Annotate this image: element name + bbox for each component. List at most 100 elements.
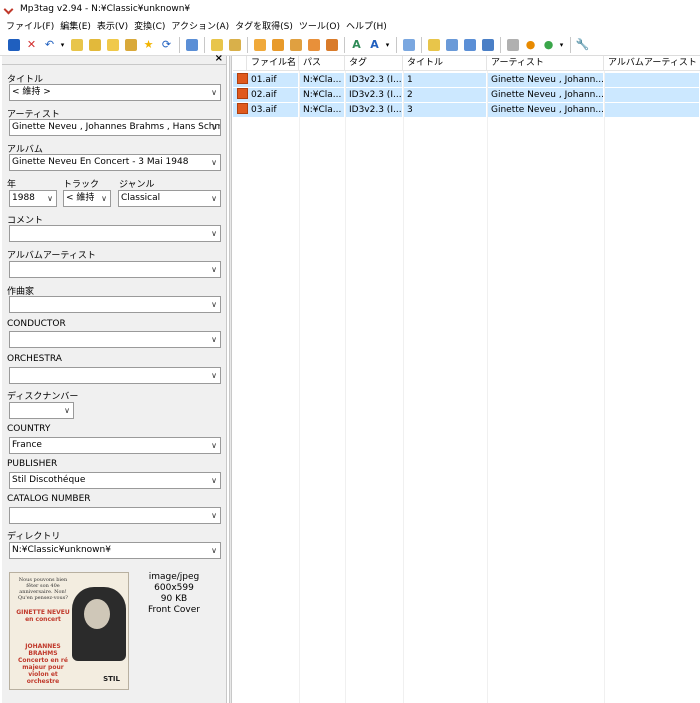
album-artist-field[interactable]: ∨ (9, 261, 221, 278)
chevron-down-icon[interactable]: ∨ (211, 438, 217, 453)
conductor-field[interactable]: ∨ (9, 331, 221, 348)
table-row[interactable]: 03.aif N:¥Cla... ID3v2.3 (I... 3 Ginette… (233, 103, 700, 117)
column-header-path[interactable]: パス (299, 56, 345, 71)
column-header-artist[interactable]: アーティスト (487, 56, 604, 71)
export-html-icon[interactable] (443, 36, 460, 54)
actions-icon[interactable]: A (348, 36, 365, 54)
chevron-down-icon[interactable]: ∨ (211, 368, 217, 383)
tag-panel-icon[interactable] (183, 36, 200, 54)
chevron-down-icon[interactable]: ∨ (211, 262, 217, 277)
country-field[interactable]: France ∨ (9, 437, 221, 454)
panel-splitter[interactable] (229, 56, 232, 703)
directory-field[interactable]: N:¥Classic¥unknown¥ ∨ (9, 542, 221, 559)
web-source-icon[interactable]: ● (522, 36, 539, 54)
save-icon[interactable] (5, 36, 22, 54)
tag-cell: ID3v2.3 (I... (345, 73, 403, 87)
track-label: トラック (63, 180, 100, 190)
menu-tag-sources[interactable]: タグを取得(S) (233, 19, 297, 32)
copy-tag-icon[interactable] (208, 36, 225, 54)
column-header-title[interactable]: タイトル (403, 56, 487, 71)
column-gridline (345, 71, 346, 703)
chevron-down-icon[interactable]: ∨ (211, 543, 217, 558)
cover-type: Front Cover (148, 605, 200, 615)
album-field[interactable]: Ginette Neveu En Concert - 3 Mai 1948 ∨ (9, 154, 221, 171)
filename-filename-icon[interactable] (287, 36, 304, 54)
undo-dropdown-icon[interactable]: ▾ (59, 41, 66, 49)
chevron-down-icon[interactable]: ∨ (211, 332, 217, 347)
catalog-number-field[interactable]: ∨ (9, 507, 221, 524)
column-header-icon (233, 56, 247, 71)
favorite-folder-icon[interactable] (104, 36, 121, 54)
playlist-icon[interactable] (122, 36, 139, 54)
table-row[interactable]: 01.aif N:¥Cla... ID3v2.3 (I... 1 Ginette… (233, 73, 700, 87)
cover-top-text: Nous pouvons bien fêter son 40e annivers… (18, 577, 68, 601)
artist-field[interactable]: Ginette Neveu , Johannes Brahms , Hans S… (9, 119, 221, 136)
filename-cell: 02.aif (233, 88, 299, 102)
chevron-down-icon[interactable]: ∨ (211, 191, 217, 206)
cover-title-text: GINETTE NEVEU en concert (16, 609, 70, 623)
menu-help[interactable]: ヘルプ(H) (344, 19, 391, 32)
menu-actions[interactable]: アクション(A) (169, 19, 233, 32)
filename-text: 01.aif (251, 75, 277, 85)
year-field[interactable]: 1988 ∨ (9, 190, 57, 207)
album-value: Ginette Neveu En Concert - 3 Mai 1948 (12, 157, 189, 167)
track-field[interactable]: < 維持 ∨ (63, 190, 111, 207)
title-value: < 維持 > (12, 87, 51, 97)
chevron-down-icon[interactable]: ∨ (47, 191, 53, 206)
comment-field[interactable]: ∨ (9, 225, 221, 242)
tag-tag-icon[interactable] (305, 36, 322, 54)
export-icon[interactable] (425, 36, 442, 54)
chevron-down-icon[interactable]: ∨ (211, 508, 217, 523)
artist-cell: Ginette Neveu , Johann... (487, 73, 604, 87)
chevron-down-icon[interactable]: ∨ (101, 191, 107, 206)
remove-tag-icon[interactable]: ✕ (23, 36, 40, 54)
menu-file[interactable]: ファイル(F) (4, 19, 58, 32)
disc-number-field[interactable]: ∨ (9, 402, 74, 419)
close-icon[interactable]: × (215, 53, 223, 64)
column-header-tag[interactable]: タグ (345, 56, 403, 71)
year-label: 年 (7, 180, 17, 190)
publisher-field[interactable]: Stil Discothéque ∨ (9, 472, 221, 489)
export-csv-icon[interactable] (461, 36, 478, 54)
edit-icon[interactable] (400, 36, 417, 54)
cover-art[interactable]: Nous pouvons bien fêter son 40e annivers… (9, 572, 129, 690)
text-file-tag-icon[interactable] (323, 36, 340, 54)
composer-field[interactable]: ∨ (9, 296, 221, 313)
actions-dropdown-icon[interactable]: ▾ (384, 41, 391, 49)
menu-view[interactable]: 表示(V) (95, 19, 132, 32)
mp3tag-app-icon (4, 3, 15, 14)
add-directory-icon[interactable] (86, 36, 103, 54)
chevron-down-icon[interactable]: ∨ (211, 473, 217, 488)
filename-tag-icon[interactable] (251, 36, 268, 54)
quick-actions-icon[interactable]: A (366, 36, 383, 54)
column-header-filename[interactable]: ファイル名 (247, 56, 299, 71)
freedb-icon[interactable] (504, 36, 521, 54)
file-list[interactable]: ファイル名 パス タグ タイトル アーティスト アルバムアーティスト 01.ai… (233, 56, 700, 703)
chevron-down-icon[interactable]: ∨ (211, 120, 217, 135)
chevron-down-icon[interactable]: ∨ (211, 297, 217, 312)
column-header-album-artist[interactable]: アルバムアーティスト (604, 56, 700, 71)
chevron-down-icon[interactable]: ∨ (211, 155, 217, 170)
undo-icon[interactable]: ↶ (41, 36, 58, 54)
title-cell: 3 (403, 103, 487, 117)
change-directory-icon[interactable] (68, 36, 85, 54)
table-row[interactable]: 02.aif N:¥Cla... ID3v2.3 (I... 2 Ginette… (233, 88, 700, 102)
chevron-down-icon[interactable]: ∨ (211, 85, 217, 100)
refresh-icon[interactable]: ⟳ (158, 36, 175, 54)
export-playlist-icon[interactable] (479, 36, 496, 54)
options-wrench-icon[interactable]: 🔧 (574, 36, 591, 54)
menu-convert[interactable]: 変換(C) (132, 19, 169, 32)
web-sources-dropdown-icon[interactable]: ▾ (558, 41, 565, 49)
title-field[interactable]: < 維持 > ∨ (9, 84, 221, 101)
menu-tools[interactable]: ツール(O) (297, 19, 344, 32)
web-sources-icon[interactable]: ● (540, 36, 557, 54)
genre-field[interactable]: Classical ∨ (118, 190, 221, 207)
menu-edit[interactable]: 編集(E) (58, 19, 95, 32)
tag-filename-icon[interactable] (269, 36, 286, 54)
orchestra-field[interactable]: ∨ (9, 367, 221, 384)
chevron-down-icon[interactable]: ∨ (64, 403, 70, 418)
chevron-down-icon[interactable]: ∨ (211, 226, 217, 241)
toolbar-separator (204, 36, 205, 53)
paste-tag-icon[interactable] (226, 36, 243, 54)
star-icon[interactable]: ★ (140, 36, 157, 54)
